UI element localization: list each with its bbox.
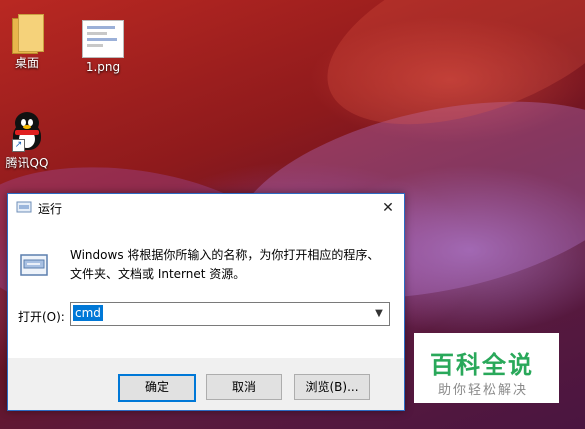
watermark-logo: 百科全说 助你轻松解决 (414, 333, 559, 403)
desktop-icon-label: 腾讯QQ (5, 156, 49, 170)
watermark-subtitle: 助你轻松解决 (438, 383, 529, 398)
image-file-icon (82, 20, 124, 58)
browse-button[interactable]: 浏览(B)... (294, 374, 370, 400)
watermark-title: 百科全说 (430, 351, 534, 379)
ok-button[interactable]: 确定 (118, 374, 196, 402)
cancel-button[interactable]: 取消 (206, 374, 282, 400)
desktop-icon-label: 桌面 (14, 56, 39, 70)
chevron-down-icon[interactable]: ▼ (371, 303, 387, 325)
run-app-icon (16, 201, 32, 213)
desktop-icon-qq[interactable]: ↗ 腾讯QQ (0, 112, 62, 171)
run-app-icon (20, 254, 48, 276)
run-dialog: 运行 ✕ Windows 将根据你所输入的名称，为你打开相应的程序、文件夹、文档… (7, 193, 405, 411)
open-field-label: 打开(O): (18, 310, 65, 324)
dialog-title: 运行 (38, 202, 63, 216)
desktop-icon-1png[interactable]: 1.png (68, 20, 138, 74)
command-input-value[interactable]: cmd (73, 305, 103, 321)
dialog-body: Windows 将根据你所输入的名称，为你打开相应的程序、文件夹、文档或 Int… (8, 222, 404, 358)
close-icon: ✕ (382, 200, 394, 216)
dialog-titlebar[interactable]: 运行 ✕ (8, 194, 404, 222)
shortcut-arrow-icon: ↗ (12, 139, 25, 152)
desktop-icon-desktop-folder[interactable]: 桌面 (0, 14, 62, 71)
folder-icon (12, 14, 44, 54)
desktop-icon-label: 1.png (85, 60, 121, 74)
command-combobox[interactable]: cmd ▼ (70, 302, 390, 326)
dialog-description: Windows 将根据你所输入的名称，为你打开相应的程序、文件夹、文档或 Int… (70, 248, 380, 281)
qq-penguin-icon: ↗ (10, 112, 44, 152)
close-button[interactable]: ✕ (372, 194, 404, 222)
